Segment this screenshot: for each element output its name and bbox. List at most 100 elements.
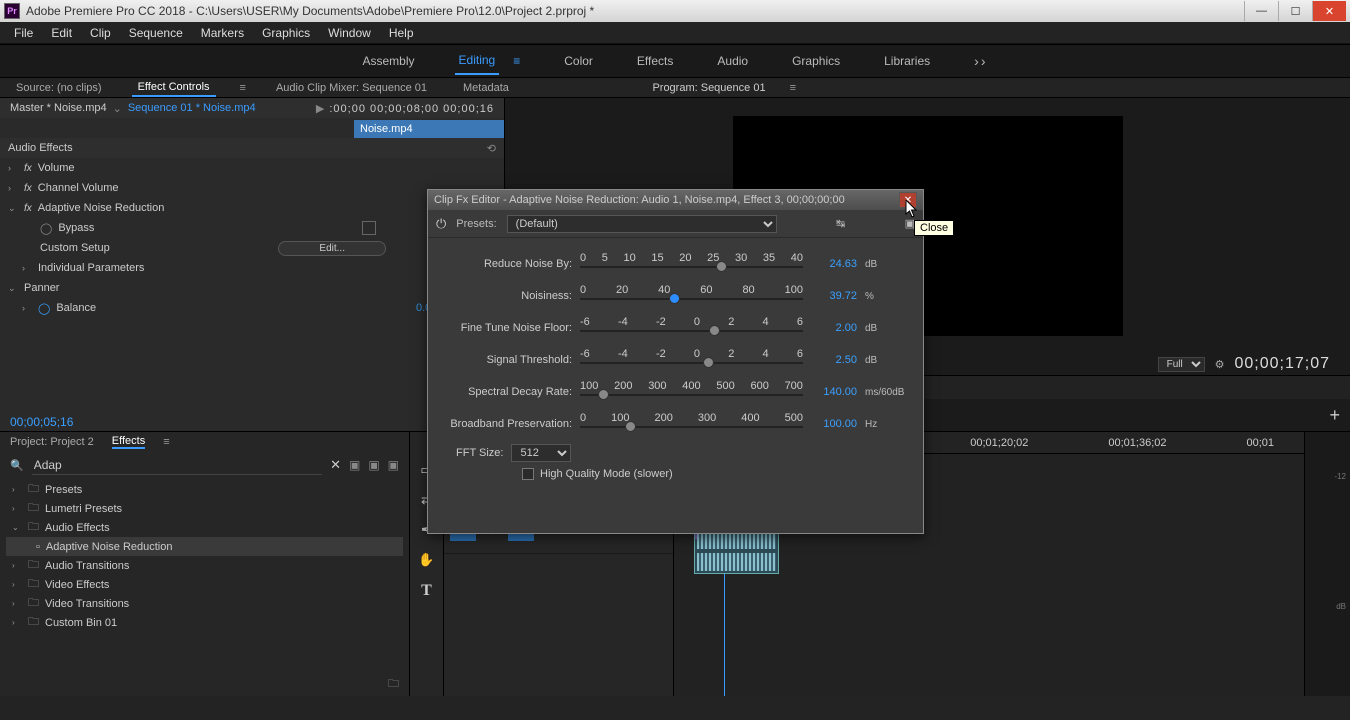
param-unit: dB bbox=[865, 259, 909, 270]
tab-metadata[interactable]: Metadata bbox=[457, 80, 515, 96]
tab-effect-controls[interactable]: Effect Controls bbox=[132, 79, 216, 97]
param-unit: % bbox=[865, 291, 909, 302]
menu-clip[interactable]: Clip bbox=[82, 24, 119, 42]
ec-clip-bar[interactable]: Noise.mp4 bbox=[354, 120, 504, 138]
param-value[interactable]: 2.00 bbox=[811, 322, 857, 334]
node-audio-effects[interactable]: Audio Effects bbox=[45, 522, 110, 534]
workspace-editing[interactable]: Editing bbox=[455, 47, 500, 75]
hq-label: High Quality Mode (slower) bbox=[540, 468, 673, 480]
window-close-button[interactable]: ✕ bbox=[1312, 1, 1346, 21]
node-presets[interactable]: Presets bbox=[45, 484, 82, 496]
maximize-button[interactable]: ☐ bbox=[1278, 1, 1312, 21]
param-label: Spectral Decay Rate: bbox=[442, 386, 572, 398]
workspace-color[interactable]: Color bbox=[560, 48, 597, 74]
workspace-libraries[interactable]: Libraries bbox=[880, 48, 934, 74]
ec-mini-ruler: :00;00 00;00;08;00 00;00;16 bbox=[329, 103, 494, 115]
param-custom-setup: Custom Setup bbox=[40, 242, 272, 254]
effects-search-input[interactable] bbox=[32, 456, 322, 475]
clear-search-icon[interactable]: ✕ bbox=[330, 457, 341, 473]
effect-item-icon: ▫ bbox=[36, 541, 40, 553]
menu-file[interactable]: File bbox=[6, 24, 41, 42]
param-balance[interactable]: Balance bbox=[56, 302, 410, 314]
edit-button[interactable]: Edit... bbox=[278, 241, 386, 256]
ec-section-audio-effects: Audio Effects bbox=[8, 142, 481, 154]
node-custom-bin[interactable]: Custom Bin 01 bbox=[45, 617, 117, 629]
node-video-trans[interactable]: Video Transitions bbox=[45, 598, 129, 610]
tab-project[interactable]: Project: Project 2 bbox=[10, 436, 94, 448]
workspace-audio[interactable]: Audio bbox=[713, 48, 752, 74]
settings-icon[interactable]: ⚙ bbox=[1215, 358, 1225, 371]
node-anr[interactable]: Adaptive Noise Reduction bbox=[46, 541, 173, 553]
param-value[interactable]: 39.72 bbox=[811, 290, 857, 302]
tab-source[interactable]: Source: (no clips) bbox=[10, 80, 108, 96]
clip-master-label[interactable]: Master * Noise.mp4 bbox=[10, 102, 107, 114]
dialog-title: Clip Fx Editor - Adaptive Noise Reductio… bbox=[434, 194, 845, 206]
param-value[interactable]: 2.50 bbox=[811, 354, 857, 366]
param-unit: Hz bbox=[865, 419, 909, 430]
menubar: File Edit Clip Sequence Markers Graphics… bbox=[0, 22, 1350, 44]
fft-select[interactable]: 512 bbox=[511, 444, 571, 462]
fft-label: FFT Size: bbox=[456, 447, 503, 459]
menu-edit[interactable]: Edit bbox=[43, 24, 80, 42]
search-icon: 🔍 bbox=[10, 459, 24, 472]
param-unit: ms/60dB bbox=[865, 387, 909, 398]
window-titlebar: Pr Adobe Premiere Pro CC 2018 - C:\Users… bbox=[0, 0, 1350, 22]
preset-icon[interactable]: ▣ bbox=[349, 458, 360, 472]
presets-label: Presets: bbox=[456, 218, 496, 230]
chevron-down-icon: ⌄ bbox=[113, 102, 122, 115]
new-bin-icon[interactable]: 🗀 bbox=[388, 675, 399, 694]
minimize-button[interactable]: — bbox=[1244, 1, 1278, 21]
tab-effects[interactable]: Effects bbox=[112, 435, 145, 449]
effect-panner[interactable]: Panner bbox=[24, 282, 496, 294]
preset-icon-2[interactable]: ▣ bbox=[368, 458, 379, 472]
param-value[interactable]: 100.00 bbox=[811, 418, 857, 430]
param-slider[interactable]: 0100200300400500 bbox=[580, 412, 803, 436]
param-unit: dB bbox=[865, 355, 909, 366]
node-lumetri[interactable]: Lumetri Presets bbox=[45, 503, 122, 515]
param-value[interactable]: 140.00 bbox=[811, 386, 857, 398]
effects-tree: ›🗀Presets ›🗀Lumetri Presets ⌄🗀Audio Effe… bbox=[0, 478, 409, 672]
clip-sequence-label[interactable]: Sequence 01 * Noise.mp4 bbox=[128, 102, 256, 114]
routing-icon[interactable]: ↹ bbox=[836, 217, 845, 230]
param-unit: dB bbox=[865, 323, 909, 334]
node-audio-trans[interactable]: Audio Transitions bbox=[45, 560, 129, 572]
menu-graphics[interactable]: Graphics bbox=[254, 24, 318, 42]
param-slider[interactable]: -6-4-20246 bbox=[580, 316, 803, 340]
menu-window[interactable]: Window bbox=[320, 24, 379, 42]
folder-icon: 🗀 bbox=[28, 480, 39, 499]
power-icon[interactable]: ⏻ bbox=[436, 216, 446, 232]
param-slider[interactable]: -6-4-20246 bbox=[580, 348, 803, 372]
type-tool-icon[interactable]: T bbox=[421, 582, 432, 600]
workspace-effects[interactable]: Effects bbox=[633, 48, 677, 74]
effects-panel: Project: Project 2 Effects ≡ 🔍 ✕ ▣ ▣ ▣ ›… bbox=[0, 432, 410, 696]
resolution-select[interactable]: Full bbox=[1158, 357, 1205, 372]
menu-help[interactable]: Help bbox=[381, 24, 422, 42]
param-value[interactable]: 24.63 bbox=[811, 258, 857, 270]
param-slider[interactable]: 100200300400500600700 bbox=[580, 380, 803, 404]
dialog-close-button[interactable]: ✕ bbox=[899, 192, 917, 208]
param-label: Reduce Noise By: bbox=[442, 258, 572, 270]
param-bypass[interactable]: Bypass bbox=[58, 222, 356, 234]
tab-audio-mixer[interactable]: Audio Clip Mixer: Sequence 01 bbox=[270, 80, 433, 96]
app-badge: Pr bbox=[4, 3, 20, 19]
panel-menu-icon[interactable]: ≡ bbox=[509, 48, 524, 74]
preset-icon-3[interactable]: ▣ bbox=[388, 458, 399, 472]
bypass-checkbox[interactable] bbox=[362, 221, 376, 235]
param-label: Noisiness: bbox=[442, 290, 572, 302]
param-slider[interactable]: 0510152025303540 bbox=[580, 252, 803, 276]
workspace-graphics[interactable]: Graphics bbox=[788, 48, 844, 74]
workspace-overflow-icon[interactable]: ›› bbox=[970, 47, 991, 75]
hand-tool-icon[interactable]: ✋ bbox=[418, 552, 434, 568]
program-timecode[interactable]: 00;00;17;07 bbox=[1234, 355, 1330, 373]
param-slider[interactable]: 020406080100 bbox=[580, 284, 803, 308]
menu-sequence[interactable]: Sequence bbox=[121, 24, 191, 42]
node-video-fx[interactable]: Video Effects bbox=[45, 579, 109, 591]
param-label: Fine Tune Noise Floor: bbox=[442, 322, 572, 334]
hq-checkbox[interactable] bbox=[522, 468, 534, 480]
add-button-icon[interactable]: + bbox=[1329, 405, 1340, 426]
tab-program[interactable]: Program: Sequence 01 bbox=[652, 82, 765, 94]
workspace-assembly[interactable]: Assembly bbox=[359, 48, 419, 74]
menu-markers[interactable]: Markers bbox=[193, 24, 252, 42]
effect-volume[interactable]: Volume bbox=[38, 162, 496, 174]
presets-select[interactable]: (Default) bbox=[507, 215, 777, 233]
